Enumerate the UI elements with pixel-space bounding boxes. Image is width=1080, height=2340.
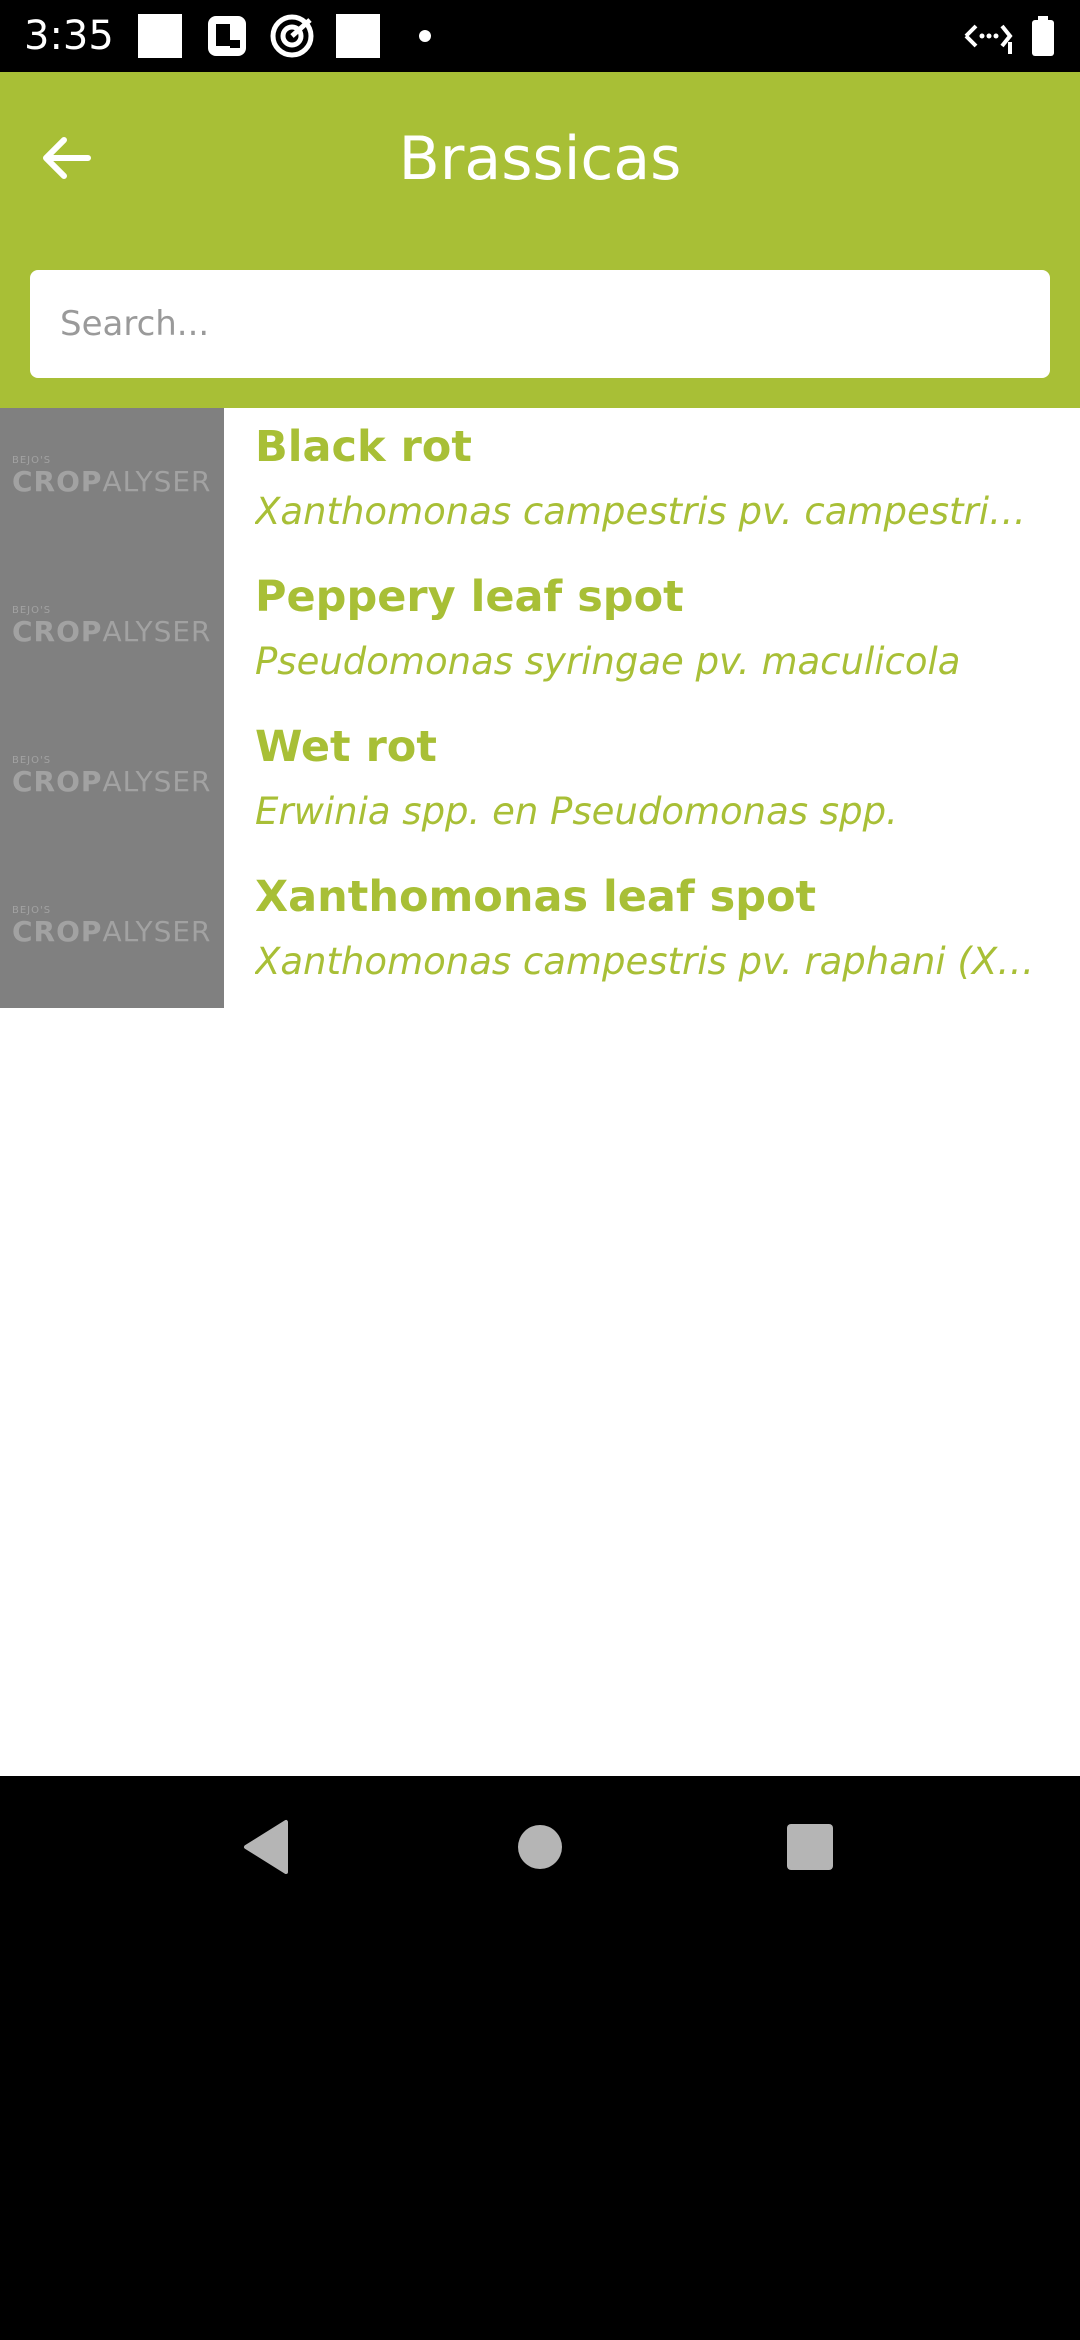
- nav-home-button[interactable]: [505, 1812, 575, 1882]
- thumbnail-placeholder: BEJO'S CROPALYSER: [0, 408, 224, 558]
- disease-list: BEJO'S CROPALYSER Black rot Xanthomonas …: [0, 408, 1080, 1776]
- nav-back-button[interactable]: [232, 1812, 302, 1882]
- system-nav-bar: [0, 1776, 1080, 1916]
- page-title: Brassicas: [398, 124, 682, 194]
- item-title: Xanthomonas leaf spot: [255, 872, 817, 922]
- notification-icon: [138, 14, 182, 58]
- battery-icon: [1030, 14, 1056, 58]
- app-bar: Brassicas: [0, 72, 1080, 408]
- cropalyser-logo: BEJO'S CROPALYSER: [12, 905, 212, 948]
- item-title: Wet rot: [255, 722, 437, 772]
- app-notification-icon: [206, 14, 248, 58]
- list-item[interactable]: BEJO'S CROPALYSER Xanthomonas leaf spot …: [0, 858, 1080, 1008]
- item-subtitle: Erwinia spp. en Pseudomonas spp.: [255, 790, 898, 833]
- item-subtitle: Xanthomonas campestris pv. campestris (X…: [255, 490, 1045, 533]
- notification-icon-2: [336, 14, 380, 58]
- list-item[interactable]: BEJO'S CROPALYSER Peppery leaf spot Pseu…: [0, 558, 1080, 708]
- nav-recents-icon: [787, 1824, 833, 1870]
- thumbnail-placeholder: BEJO'S CROPALYSER: [0, 858, 224, 1008]
- item-subtitle: Xanthomonas campestris pv. raphani (Xcr): [255, 940, 1045, 983]
- cropalyser-logo: BEJO'S CROPALYSER: [12, 605, 212, 648]
- item-title: Peppery leaf spot: [255, 572, 684, 622]
- nav-home-icon: [518, 1825, 562, 1869]
- cropalyser-logo: BEJO'S CROPALYSER: [12, 455, 212, 498]
- list-item[interactable]: BEJO'S CROPALYSER Black rot Xanthomonas …: [0, 408, 1080, 558]
- status-time: 3:35: [24, 13, 114, 59]
- thumbnail-placeholder: BEJO'S CROPALYSER: [0, 558, 224, 708]
- item-subtitle: Pseudomonas syringae pv. maculicola: [255, 640, 961, 683]
- nav-recents-button[interactable]: [775, 1812, 845, 1882]
- item-title: Black rot: [255, 422, 472, 472]
- thumbnail-placeholder: BEJO'S CROPALYSER: [0, 708, 224, 858]
- search-input[interactable]: [30, 270, 1050, 378]
- list-item[interactable]: BEJO'S CROPALYSER Wet rot Erwinia spp. e…: [0, 708, 1080, 858]
- dot-icon: [418, 14, 432, 58]
- status-bar: 3:35: [0, 0, 1080, 72]
- nav-back-icon: [244, 1820, 288, 1874]
- cropalyser-logo: BEJO'S CROPALYSER: [12, 755, 212, 798]
- wifi-icon: [962, 14, 1014, 58]
- target-icon: [270, 14, 314, 58]
